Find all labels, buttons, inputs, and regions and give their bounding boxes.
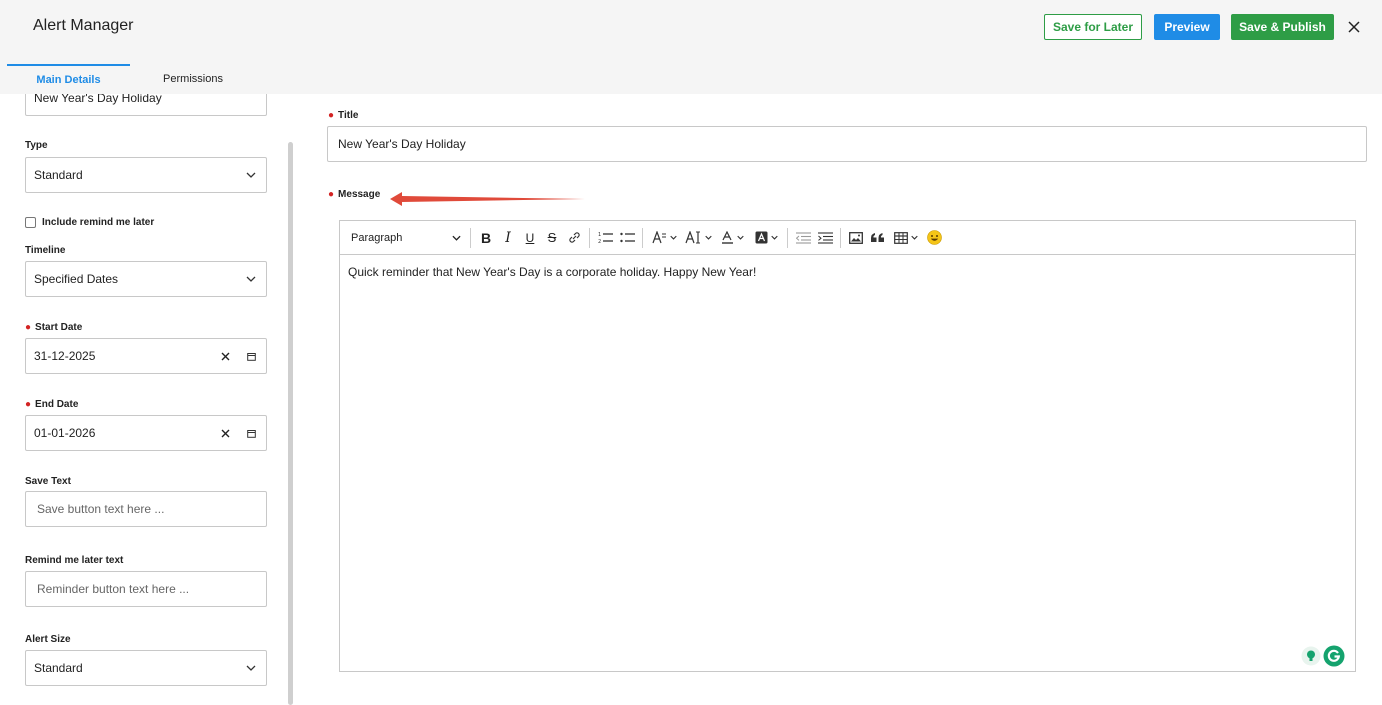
font-color-icon (721, 231, 733, 244)
timeline-label: Timeline (25, 245, 66, 256)
app-header: Alert Manager Save for Later Preview Sav… (0, 0, 1382, 94)
chevron-down-icon (244, 272, 258, 286)
start-date-label: ● Start Date (25, 322, 83, 333)
quote-icon (871, 233, 884, 242)
svg-text:1: 1 (598, 232, 601, 238)
font-color-button[interactable] (715, 226, 749, 250)
calendar-icon[interactable] (244, 349, 258, 363)
indent-button[interactable] (814, 226, 836, 250)
save-text-input[interactable]: Save button text here ... (25, 491, 267, 527)
chevron-down-icon (911, 235, 918, 240)
clear-end-date-icon[interactable] (218, 426, 232, 440)
font-family-icon (684, 231, 700, 244)
app-title: Alert Manager (33, 17, 134, 34)
chevron-down-icon (736, 235, 744, 240)
include-remind-checkbox[interactable] (25, 217, 36, 228)
toolbar-divider (840, 227, 841, 248)
grammarly-widget[interactable] (1301, 645, 1345, 667)
font-family-button[interactable] (681, 226, 715, 250)
chevron-down-icon (244, 168, 258, 182)
paragraph-style-select[interactable]: Paragraph (346, 226, 466, 250)
blockquote-button[interactable] (867, 226, 889, 250)
table-icon (894, 231, 908, 244)
font-size-icon (651, 231, 666, 244)
alert-size-label: Alert Size (25, 634, 71, 645)
tab-permissions[interactable]: Permissions (130, 64, 256, 94)
title-label: ● Title (328, 110, 359, 121)
strikethrough-button[interactable]: S (541, 226, 563, 250)
save-for-later-button[interactable]: Save for Later (1044, 14, 1142, 40)
end-date-label: ● End Date (25, 399, 79, 410)
chevron-down-icon (452, 235, 461, 241)
clear-start-date-icon[interactable] (218, 349, 232, 363)
link-icon (568, 232, 580, 243)
tab-main-details[interactable]: Main Details (7, 64, 130, 94)
preview-button[interactable]: Preview (1154, 14, 1220, 40)
remind-text-input[interactable]: Reminder button text here ... (25, 571, 267, 607)
outdent-icon (795, 231, 811, 244)
timeline-select[interactable]: Specified Dates (25, 261, 267, 297)
alert-name-input[interactable]: New Year's Day Holiday (25, 94, 267, 116)
image-icon (849, 231, 863, 244)
bulleted-list-button[interactable] (616, 226, 638, 250)
outdent-button[interactable] (792, 226, 814, 250)
include-remind-checkbox-row[interactable]: Include remind me later (25, 217, 154, 228)
chevron-down-icon (669, 235, 677, 240)
italic-button[interactable]: I (497, 226, 519, 250)
chevron-down-icon (770, 235, 778, 240)
lightbulb-icon (1301, 646, 1321, 666)
alert-size-select[interactable]: Standard (25, 650, 267, 686)
toolbar-divider (470, 227, 471, 248)
emoji-icon (926, 230, 942, 245)
insert-table-button[interactable] (889, 226, 923, 250)
annotation-arrow-icon (390, 192, 585, 206)
grammarly-icon (1323, 645, 1345, 667)
title-input[interactable]: New Year's Day Holiday (327, 126, 1367, 162)
save-text-label: Save Text (25, 476, 71, 487)
background-color-icon (755, 231, 767, 244)
calendar-icon[interactable] (244, 426, 258, 440)
numbered-list-icon: 12 (598, 232, 613, 244)
required-dot: ● (25, 399, 32, 410)
required-dot: ● (328, 110, 335, 121)
type-label: Type (25, 140, 48, 151)
bold-button[interactable]: B (475, 226, 497, 250)
indent-icon (817, 231, 833, 244)
message-label: ● Message (328, 189, 381, 200)
close-icon (1348, 21, 1360, 33)
end-date-input[interactable]: 01-01-2026 (25, 415, 267, 451)
start-date-input[interactable]: 31-12-2025 (25, 338, 267, 374)
font-size-button[interactable] (647, 226, 681, 250)
save-and-publish-button[interactable]: Save & Publish (1231, 14, 1334, 40)
type-select[interactable]: Standard (25, 157, 267, 193)
left-settings-panel: New Year's Day Holiday Type Standard Inc… (7, 94, 287, 705)
toolbar-divider (589, 227, 590, 248)
chevron-down-icon (704, 235, 712, 240)
numbered-list-button[interactable]: 12 (594, 226, 616, 250)
left-panel-scrollbar[interactable] (288, 142, 293, 705)
message-editor: Paragraph B I U S 12 Quick reminder that… (339, 220, 1356, 672)
message-editor-content[interactable]: Quick reminder that New Year's Day is a … (340, 255, 1355, 289)
link-button[interactable] (563, 226, 585, 250)
toolbar-divider (642, 227, 643, 248)
include-remind-label: Include remind me later (42, 217, 155, 228)
bulleted-list-icon (619, 232, 635, 243)
chevron-down-icon (244, 661, 258, 675)
emoji-button[interactable] (923, 226, 945, 250)
svg-text:2: 2 (598, 239, 601, 244)
background-color-button[interactable] (749, 226, 783, 250)
toolbar-divider (787, 227, 788, 248)
remind-text-label: Remind me later text (25, 555, 124, 566)
required-dot: ● (328, 189, 335, 200)
required-dot: ● (25, 322, 32, 333)
editor-toolbar: Paragraph B I U S 12 (340, 221, 1355, 255)
underline-button[interactable]: U (519, 226, 541, 250)
insert-image-button[interactable] (845, 226, 867, 250)
close-button[interactable] (1345, 14, 1363, 40)
